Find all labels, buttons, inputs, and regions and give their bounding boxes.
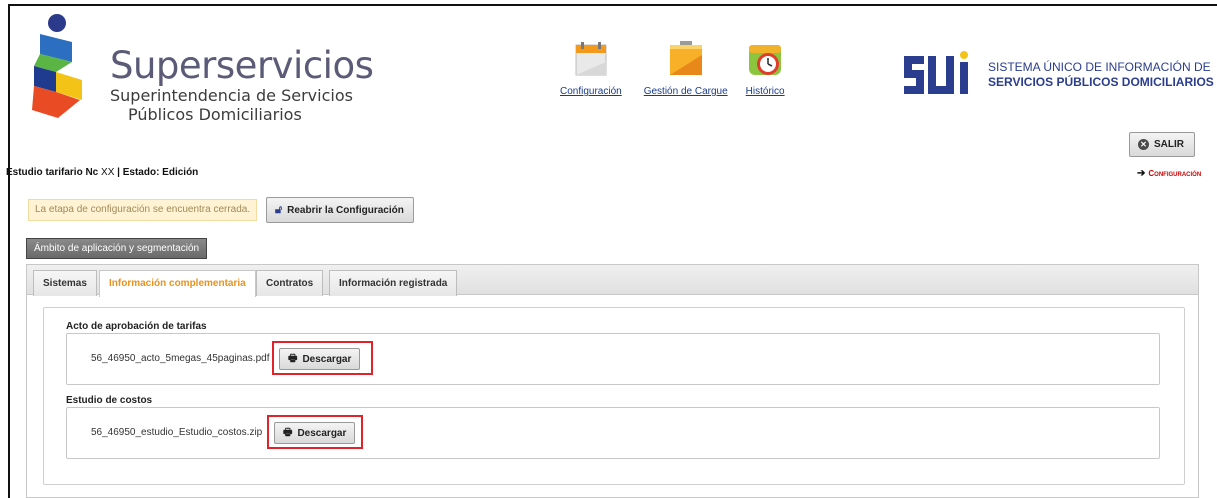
content-panel: Acto de aprobación de tarifas 56_46950_a… (43, 307, 1185, 485)
reabrir-configuracion-button[interactable]: 🔓︎ Reabrir la Configuración (266, 197, 414, 223)
tab-informacion-complementaria[interactable]: Información complementaria (99, 270, 256, 297)
estudio-suffix: | Estado: Edición (114, 167, 199, 178)
nav-item-configuracion[interactable]: Configuración (560, 40, 622, 97)
file-name-estudio: 56_46950_estudio_Estudio_costos.zip (91, 427, 263, 438)
section-box-estudio: 56_46950_estudio_Estudio_costos.zip 🖶︎ D… (66, 407, 1160, 459)
estudio-prefix: Estudio tarifario Nc (6, 167, 99, 178)
ambito-button[interactable]: Ámbito de aplicación y segmentación (26, 238, 208, 259)
tab-bar: Sistemas Información complementaria Cont… (27, 265, 1198, 297)
close-circle-icon: ✕ (1138, 139, 1149, 150)
nav-item-gestion-de-cargue[interactable]: Gestión de Cargue (644, 40, 728, 97)
configuracion-link[interactable]: ➔ Configuración (1137, 168, 1201, 179)
superservicios-logo (32, 14, 82, 118)
nav-item-historico[interactable]: Histórico (746, 40, 785, 97)
brand-name: Superservicios (110, 44, 374, 87)
reabrir-label: Reabrir la Configuración (287, 204, 404, 216)
tab-informacion-registrada[interactable]: Información registrada (329, 270, 458, 296)
sui-block: SISTEMA ÚNICO DE INFORMACIÓN DE SERVICIO… (902, 50, 1214, 100)
highlight-box (272, 341, 373, 375)
salir-button[interactable]: ✕ SALIR (1129, 132, 1195, 157)
brand-subtitle-line1: Superintendencia de Servicios (110, 86, 353, 105)
file-name-acto: 56_46950_acto_5megas_45paginas.pdf (91, 353, 270, 364)
estudio-xx: XX (101, 167, 115, 178)
configuracion-link-label: Configuración (1148, 169, 1202, 178)
nav-label-historico: Histórico (745, 86, 785, 97)
section-title-estudio: Estudio de costos (66, 395, 153, 406)
tab-contratos[interactable]: Contratos (256, 270, 324, 296)
nav-label-configuracion: Configuración (560, 86, 622, 97)
calendar-icon (575, 42, 607, 76)
arrow-right-icon: ➔ (1137, 168, 1146, 179)
brand-subtitle-line2: Públicos Domiciliarios (128, 105, 302, 124)
sui-line1: SISTEMA ÚNICO DE INFORMACIÓN DE (988, 60, 1211, 74)
folder-icon (669, 41, 702, 75)
clock-icon (749, 45, 782, 75)
highlight-box (267, 415, 363, 449)
closed-notice: La etapa de configuración se encuentra c… (28, 199, 258, 221)
tab-sistemas[interactable]: Sistemas (33, 270, 97, 296)
section-title-acto: Acto de aprobación de tarifas (66, 321, 207, 332)
tabs-container: Sistemas Información complementaria Cont… (26, 264, 1199, 498)
section-box-acto: 56_46950_acto_5megas_45paginas.pdf 🖶︎ De… (66, 333, 1160, 385)
salir-label: SALIR (1154, 139, 1184, 150)
sui-text: SISTEMA ÚNICO DE INFORMACIÓN DE SERVICIO… (988, 60, 1214, 90)
sui-logo (904, 51, 968, 94)
nav-label-gestion-de-cargue: Gestión de Cargue (643, 86, 728, 97)
sui-line2: SERVICIOS PÚBLICOS DOMICILIARIOS (988, 75, 1214, 89)
brand-block: Superservicios Superintendencia de Servi… (110, 44, 374, 125)
unlock-icon: 🔓︎ (275, 203, 283, 216)
top-navigation: Configuración Gestión de Cargue Históric… (560, 40, 803, 97)
estudio-status: Estudio tarifario Nc XX | Estado: Edició… (6, 167, 198, 178)
